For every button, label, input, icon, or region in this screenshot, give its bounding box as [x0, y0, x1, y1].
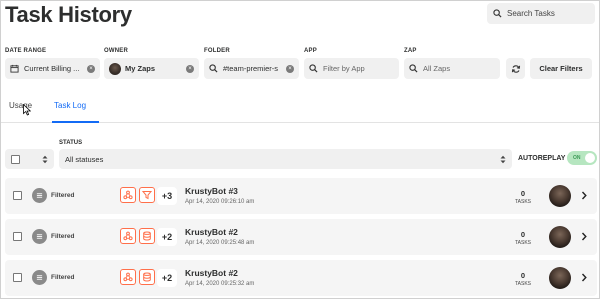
tasks-label: TASKS: [514, 281, 532, 287]
task-row[interactable]: Filtered +2 KrustyBot #2 Apr 14, 2020 09…: [5, 219, 597, 255]
folder-value: #team-premier-s: [223, 64, 279, 73]
select-all-checkbox[interactable]: [11, 154, 20, 164]
sort-arrows-icon: [42, 155, 48, 163]
more-steps-badge: +3: [157, 187, 177, 205]
clear-date-range-icon[interactable]: ×: [87, 64, 95, 73]
status-text: Filtered: [51, 274, 75, 281]
run-date: Apr 14, 2020 09:25:32 am: [185, 281, 255, 287]
select-all-control[interactable]: [5, 149, 54, 169]
task-count: 0: [520, 189, 526, 198]
storage-icon: [139, 228, 155, 244]
search-icon: [209, 64, 218, 73]
filtered-status-icon: [32, 270, 47, 285]
status-value: All statuses: [65, 154, 104, 164]
task-count: 0: [520, 230, 526, 239]
tab-task-log[interactable]: Task Log: [54, 101, 86, 110]
date-range-value: Current Billing ...: [24, 64, 80, 73]
avatar: [549, 185, 571, 207]
webhook-icon: [120, 187, 136, 203]
page-title: Task History: [5, 2, 132, 27]
task-count: 0: [520, 271, 526, 280]
search-icon: [309, 64, 318, 73]
avatar: [549, 226, 571, 248]
chevron-right-icon[interactable]: [581, 191, 587, 200]
app-filter[interactable]: Filter by App: [304, 58, 399, 79]
more-steps-badge: +2: [157, 269, 177, 287]
date-range-label: DATE RANGE: [5, 48, 47, 54]
autoreplay-toggle[interactable]: ON: [567, 151, 597, 165]
search-icon: [409, 64, 418, 73]
status-text: Filtered: [51, 192, 75, 199]
refresh-button[interactable]: [506, 58, 525, 79]
run-date: Apr 14, 2020 09:26:10 am: [185, 199, 255, 205]
tasks-label: TASKS: [514, 199, 532, 205]
task-row[interactable]: Filtered +3 KrustyBot #3 Apr 14, 2020 09…: [5, 178, 597, 214]
status-select[interactable]: All statuses: [59, 149, 512, 169]
row-checkbox[interactable]: [13, 232, 22, 241]
search-tasks-input[interactable]: Search Tasks: [487, 3, 595, 24]
row-checkbox[interactable]: [13, 273, 22, 282]
clear-filters-button[interactable]: Clear Filters: [530, 58, 592, 79]
tab-bar: Usage Task Log: [1, 91, 599, 123]
clear-folder-icon[interactable]: ×: [286, 64, 294, 73]
refresh-icon: [511, 64, 520, 73]
active-tab-indicator: [52, 121, 99, 123]
app-placeholder: Filter by App: [323, 64, 365, 73]
chevron-right-icon[interactable]: [581, 232, 587, 241]
mouse-cursor-icon: [23, 104, 31, 116]
owner-value: My Zaps: [125, 64, 156, 73]
zap-label: ZAP: [404, 48, 417, 54]
run-date: Apr 14, 2020 09:25:48 am: [185, 240, 255, 246]
task-history-page: Task History Search Tasks DATE RANGE OWN…: [0, 0, 600, 299]
owner-filter[interactable]: My Zaps ×: [104, 58, 199, 79]
filtered-status-icon: [32, 229, 47, 244]
filtered-status-icon: [32, 188, 47, 203]
more-steps-badge: +2: [157, 228, 177, 246]
tasks-label: TASKS: [514, 240, 532, 246]
avatar: [549, 267, 571, 289]
search-icon: [493, 9, 502, 18]
row-checkbox[interactable]: [13, 191, 22, 200]
zap-filter[interactable]: All Zaps: [404, 58, 500, 79]
search-placeholder: Search Tasks: [507, 9, 555, 18]
toggle-knob: [585, 153, 595, 163]
storage-icon: [139, 269, 155, 285]
zap-placeholder: All Zaps: [423, 64, 451, 73]
task-row[interactable]: Filtered +2 KrustyBot #2 Apr 14, 2020 09…: [5, 260, 597, 296]
date-range-filter[interactable]: Current Billing ... ×: [5, 58, 100, 79]
toggle-on-text: ON: [573, 154, 581, 161]
owner-avatar: [109, 62, 121, 75]
status-label: STATUS: [59, 140, 83, 146]
zap-name[interactable]: KrustyBot #2: [185, 227, 238, 237]
webhook-icon: [120, 228, 136, 244]
webhook-icon: [120, 269, 136, 285]
folder-filter[interactable]: #team-premier-s ×: [204, 58, 299, 79]
calendar-icon: [10, 64, 19, 73]
autoreplay-label: AUTOREPLAY: [518, 155, 566, 162]
sort-arrows-icon: [500, 155, 506, 163]
app-label: APP: [304, 48, 317, 54]
filter-icon: [139, 187, 155, 203]
clear-owner-icon[interactable]: ×: [186, 64, 194, 73]
owner-label: OWNER: [104, 48, 128, 54]
zap-name[interactable]: KrustyBot #2: [185, 268, 238, 278]
folder-label: FOLDER: [204, 48, 230, 54]
status-text: Filtered: [51, 233, 75, 240]
zap-name[interactable]: KrustyBot #3: [185, 186, 238, 196]
chevron-right-icon[interactable]: [581, 273, 587, 282]
